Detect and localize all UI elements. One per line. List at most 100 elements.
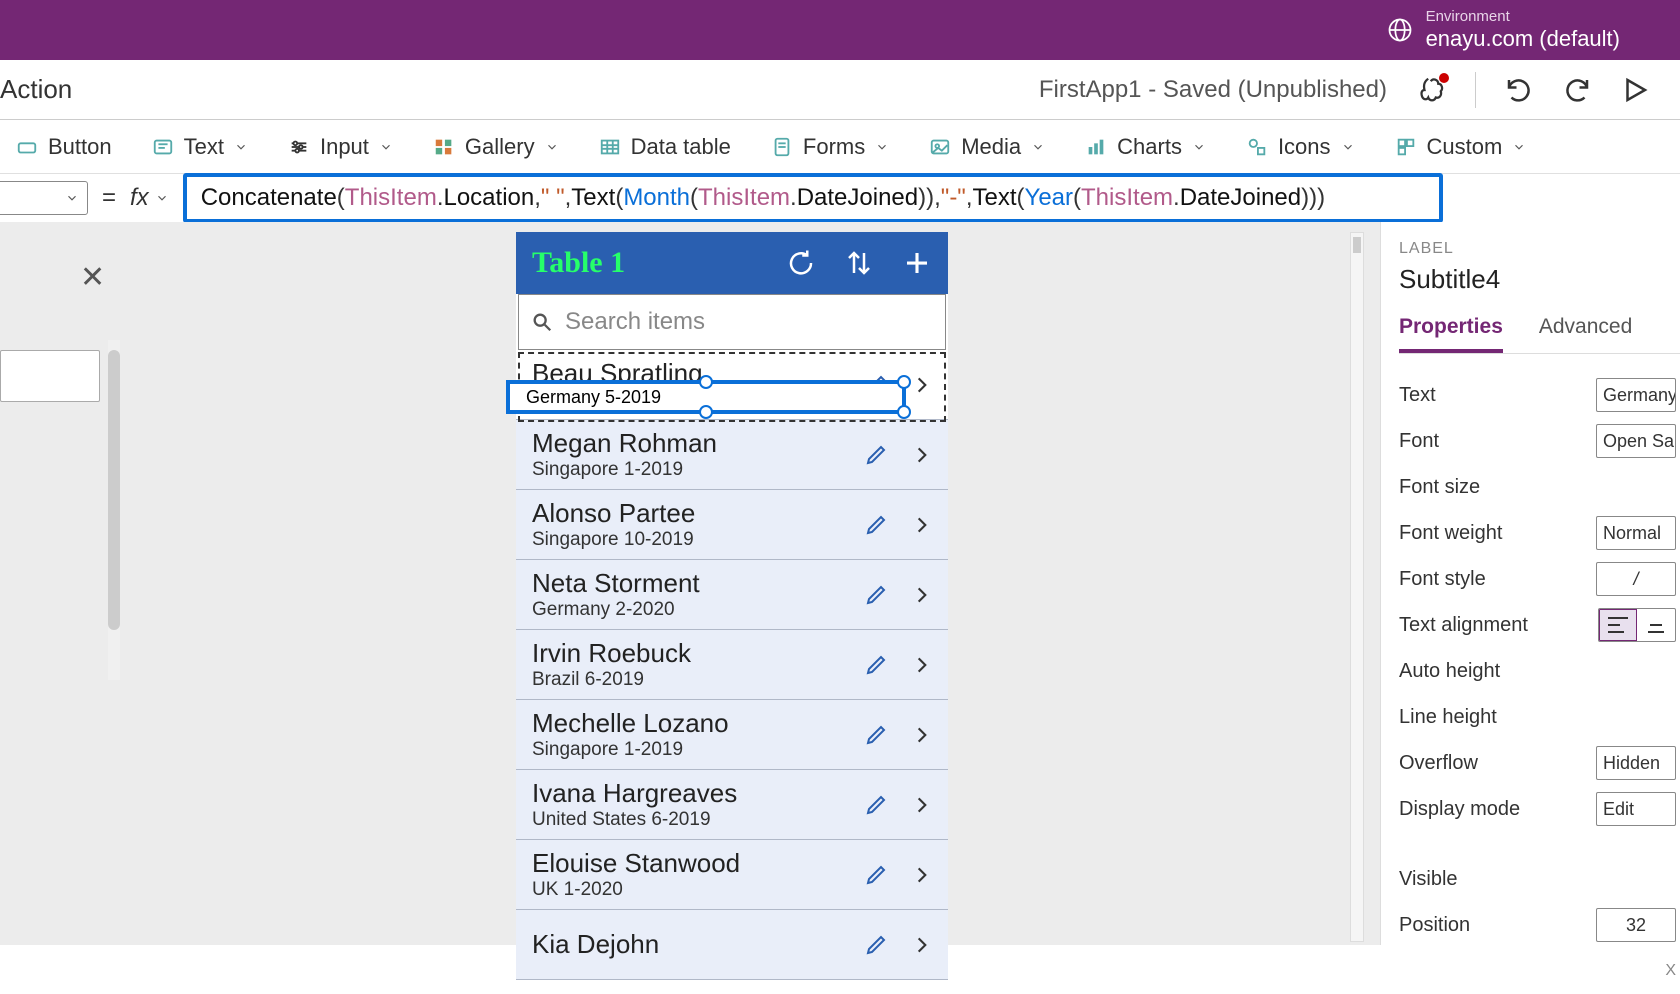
insert-media[interactable]: Media: [923, 130, 1051, 164]
action-menu[interactable]: Action: [0, 74, 72, 105]
search-box[interactable]: Search items: [518, 294, 946, 350]
selected-label-overlay[interactable]: Germany 5-2019: [506, 380, 906, 414]
insert-forms[interactable]: Forms: [765, 130, 895, 164]
control-type-label: LABEL: [1399, 240, 1680, 258]
edit-icon[interactable]: [864, 583, 888, 607]
insert-button[interactable]: Button: [10, 130, 118, 164]
chevron-right-icon[interactable]: [912, 515, 932, 535]
tab-properties[interactable]: Properties: [1399, 315, 1503, 353]
property-selector[interactable]: [0, 181, 88, 215]
phone-canvas[interactable]: Table 1 Search items Beau Spratling Germ…: [516, 232, 948, 942]
chevron-right-icon[interactable]: [912, 725, 932, 745]
redo-icon[interactable]: [1562, 75, 1592, 105]
formula-bar[interactable]: Concatenate(ThisItem.Location, " ", Text…: [183, 173, 1443, 223]
resize-handle[interactable]: [897, 405, 911, 419]
edit-icon[interactable]: [864, 513, 888, 537]
chevron-down-icon: [155, 191, 169, 205]
refresh-icon[interactable]: [786, 248, 816, 278]
insert-input[interactable]: Input: [282, 130, 399, 164]
item-title: Megan Rohman: [532, 428, 864, 459]
prop-label: Overflow: [1399, 752, 1478, 775]
prop-value-displaymode[interactable]: Edit: [1596, 792, 1676, 826]
chevron-right-icon[interactable]: [912, 865, 932, 885]
app-checker-icon[interactable]: [1417, 75, 1447, 105]
input-icon: [288, 136, 310, 158]
table-icon: [599, 136, 621, 158]
ribbon-label: Gallery: [465, 134, 535, 160]
sort-icon[interactable]: [844, 248, 874, 278]
chevron-down-icon: [1192, 140, 1206, 154]
environment-block[interactable]: Environment enayu.com (default): [1386, 8, 1620, 52]
canvas-scrollbar[interactable]: [1350, 232, 1364, 942]
control-name[interactable]: Subtitle4: [1399, 264, 1680, 295]
list-item[interactable]: Mechelle LozanoSingapore 1-2019: [516, 700, 948, 770]
edit-icon[interactable]: [864, 653, 888, 677]
position-x-label: X: [1665, 962, 1676, 980]
ribbon-label: Icons: [1278, 134, 1331, 160]
chevron-right-icon[interactable]: [912, 795, 932, 815]
insert-gallery[interactable]: Gallery: [427, 130, 565, 164]
prop-label: Auto height: [1399, 660, 1500, 683]
screen-title: Table 1: [532, 246, 625, 280]
button-icon: [16, 136, 38, 158]
resize-handle[interactable]: [699, 375, 713, 389]
ribbon-label: Media: [961, 134, 1021, 160]
edit-icon[interactable]: [864, 723, 888, 747]
insert-icons[interactable]: Icons: [1240, 130, 1361, 164]
list-item[interactable]: Megan RohmanSingapore 1-2019: [516, 420, 948, 490]
chevron-right-icon[interactable]: [912, 375, 932, 395]
edit-icon[interactable]: [864, 793, 888, 817]
prop-label: Font size: [1399, 476, 1480, 499]
resize-handle[interactable]: [699, 405, 713, 419]
play-icon[interactable]: [1620, 75, 1650, 105]
insert-charts[interactable]: Charts: [1079, 130, 1212, 164]
text-align-picker[interactable]: [1598, 608, 1676, 642]
plus-icon[interactable]: [902, 248, 932, 278]
chevron-down-icon: [1031, 140, 1045, 154]
insert-custom[interactable]: Custom: [1389, 130, 1533, 164]
gallery[interactable]: Beau Spratling Germany 5-2019 Germany 5-…: [516, 350, 948, 980]
prop-value-font[interactable]: Open Sans: [1596, 424, 1676, 458]
chevron-right-icon[interactable]: [912, 585, 932, 605]
list-item[interactable]: Alonso ParteeSingapore 10-2019: [516, 490, 948, 560]
prop-value-fontstyle[interactable]: /: [1596, 562, 1676, 596]
scrollbar-thumb[interactable]: [1353, 237, 1361, 253]
item-subtitle: Germany 2-2020: [532, 599, 864, 621]
prop-label: Font weight: [1399, 522, 1502, 545]
list-item[interactable]: Neta StormentGermany 2-2020: [516, 560, 948, 630]
align-center[interactable]: [1637, 609, 1675, 641]
scrollbar-thumb[interactable]: [108, 350, 120, 630]
list-item[interactable]: Irvin RoebuckBrazil 6-2019: [516, 630, 948, 700]
environment-label: Environment: [1426, 8, 1620, 26]
tab-advanced[interactable]: Advanced: [1539, 315, 1632, 353]
edit-icon[interactable]: [864, 443, 888, 467]
edit-icon[interactable]: [864, 863, 888, 887]
align-left[interactable]: [1599, 609, 1637, 641]
close-icon[interactable]: ✕: [80, 260, 105, 295]
left-panel-input[interactable]: [0, 350, 100, 402]
gallery-icon: [433, 136, 455, 158]
list-item[interactable]: Ivana HargreavesUnited States 6-2019: [516, 770, 948, 840]
list-item[interactable]: Elouise StanwoodUK 1-2020: [516, 840, 948, 910]
prop-label: Line height: [1399, 706, 1497, 729]
text-icon: [152, 136, 174, 158]
prop-value-fontweight[interactable]: Normal: [1596, 516, 1676, 550]
screen-header: Table 1: [516, 232, 948, 294]
insert-datatable[interactable]: Data table: [593, 130, 737, 164]
resize-handle[interactable]: [897, 375, 911, 389]
chevron-right-icon[interactable]: [912, 445, 932, 465]
item-title: Mechelle Lozano: [532, 708, 864, 739]
chevron-right-icon[interactable]: [912, 655, 932, 675]
insert-text[interactable]: Text: [146, 130, 254, 164]
prop-value-text[interactable]: Germany 5: [1596, 378, 1676, 412]
item-title: Irvin Roebuck: [532, 638, 864, 669]
list-item[interactable]: Kia Dejohn: [516, 910, 948, 980]
undo-icon[interactable]: [1504, 75, 1534, 105]
fx-icon[interactable]: fx: [130, 184, 169, 212]
prop-value-overflow[interactable]: Hidden: [1596, 746, 1676, 780]
charts-icon: [1085, 136, 1107, 158]
list-item[interactable]: Beau Spratling Germany 5-2019 Germany 5-…: [516, 350, 948, 420]
canvas-area: ✕ Table 1 Search items Beau Spratling Ge…: [0, 222, 1680, 945]
prop-value-position[interactable]: 32: [1596, 908, 1676, 942]
ribbon-label: Button: [48, 134, 112, 160]
